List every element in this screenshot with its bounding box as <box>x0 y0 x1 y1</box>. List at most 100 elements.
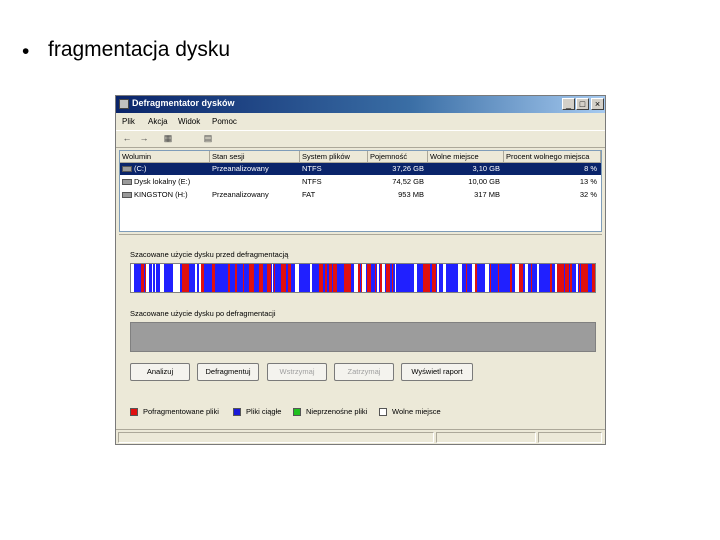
fragment-stripe <box>490 264 491 292</box>
column-header-free[interactable]: Wolne miejsce <box>428 151 504 163</box>
fragment-stripe <box>367 264 371 292</box>
legend-fragmented-swatch <box>130 408 138 416</box>
window-title: Defragmentator dysków <box>132 98 235 108</box>
fragment-stripe <box>329 264 332 292</box>
fragment-stripe <box>261 264 263 292</box>
volume-percent-free: 32 % <box>579 190 597 199</box>
pause-button[interactable]: Wstrzymaj <box>267 363 327 381</box>
defragmenter-window: Defragmentator dysków _ □ × Plik Akcja W… <box>115 95 606 445</box>
menu-view[interactable]: Widok <box>178 117 200 126</box>
title-bar[interactable]: Defragmentator dysków _ □ × <box>116 96 605 113</box>
fragment-stripe <box>228 264 230 292</box>
view-report-button[interactable]: Wyświetl raport <box>401 363 473 381</box>
volume-name: Dysk lokalny (E:) <box>134 177 191 186</box>
fragment-stripe <box>576 264 578 292</box>
fragment-stripe <box>592 264 595 292</box>
slide-bullet: • <box>22 40 30 63</box>
fragment-stripe <box>386 264 390 292</box>
volume-status: Przeanalizowany <box>212 190 269 199</box>
fragment-stripe <box>155 264 156 292</box>
menu-bar: Plik Akcja Widok Pomoc <box>116 115 605 129</box>
volume-list[interactable]: Wolumin Stan sesji System plików Pojemno… <box>119 150 602 232</box>
fragment-stripe <box>253 264 254 292</box>
volume-row[interactable]: (C:) Przeanalizowany NTFS 37,26 GB 3,10 … <box>120 163 601 175</box>
fragment-stripe <box>427 264 430 292</box>
fragment-stripe <box>284 264 286 292</box>
forward-arrow-icon[interactable]: → <box>138 133 150 144</box>
analyze-button[interactable]: Analizuj <box>130 363 190 381</box>
legend-unmovable-label: Nieprzenośne pliki <box>306 407 368 416</box>
fragment-stripe <box>377 264 379 292</box>
volume-filesystem: FAT <box>302 190 316 199</box>
legend-free-space-label: Wolne miejsce <box>392 407 441 416</box>
volume-percent-free: 8 % <box>584 164 597 173</box>
before-defrag-label: Szacowane użycie dysku przed defragmenta… <box>130 250 289 259</box>
fragment-stripe <box>525 264 528 292</box>
volume-row[interactable]: KINGSTON (H:) Przeanalizowany FAT 953 MB… <box>120 189 601 201</box>
properties-icon[interactable]: ▦ <box>162 133 174 144</box>
fragment-stripe <box>319 264 323 292</box>
volume-capacity: 37,26 GB <box>392 164 424 173</box>
volume-filesystem: NTFS <box>302 177 322 186</box>
usb-drive-icon <box>122 192 132 198</box>
after-defrag-map <box>130 322 596 352</box>
fragment-stripe <box>187 264 189 292</box>
minimize-button[interactable]: _ <box>562 98 575 110</box>
fragment-stripe <box>537 264 539 292</box>
analysis-pane: Szacowane użycie dysku przed defragmenta… <box>119 234 602 426</box>
fragment-stripe <box>152 264 153 292</box>
menu-file[interactable]: Plik <box>122 117 135 126</box>
fragment-stripe <box>272 264 273 292</box>
app-icon <box>119 99 129 109</box>
menu-action[interactable]: Akcja <box>148 117 168 126</box>
after-defrag-label: Szacowane użycie dysku po defragmentacji <box>130 309 276 318</box>
fragment-stripe <box>362 264 366 292</box>
column-header-capacity[interactable]: Pojemność <box>368 151 428 163</box>
fragment-stripe <box>358 264 360 292</box>
legend-unmovable-swatch <box>293 408 301 416</box>
menu-help[interactable]: Pomoc <box>212 117 237 126</box>
fragment-stripe <box>498 264 499 292</box>
fragment-stripe <box>333 264 337 292</box>
fragment-stripe <box>414 264 417 292</box>
fragment-stripe <box>579 264 580 292</box>
legend-contiguous-swatch <box>233 408 241 416</box>
column-header-percent-free[interactable]: Procent wolnego miejsca <box>504 151 601 163</box>
back-arrow-icon[interactable]: ← <box>121 133 133 144</box>
toolbar: ← → ▦ ▤ <box>116 130 605 148</box>
column-header-filesystem[interactable]: System plików <box>300 151 368 163</box>
help-icon[interactable]: ▤ <box>202 133 214 144</box>
volume-percent-free: 13 % <box>579 177 597 186</box>
fragment-stripe <box>570 264 572 292</box>
defragment-button[interactable]: Defragmentuj <box>197 363 259 381</box>
fragment-stripe <box>443 264 446 292</box>
fragment-stripe <box>195 264 197 292</box>
fragment-stripe <box>202 264 204 292</box>
fragment-stripe <box>475 264 477 292</box>
fragment-stripe <box>510 264 512 292</box>
status-segment <box>436 432 536 443</box>
fragment-stripe <box>235 264 237 292</box>
fragment-stripe <box>432 264 436 292</box>
fragment-stripe <box>295 264 299 292</box>
fragment-stripe <box>488 264 489 292</box>
volume-free: 3,10 GB <box>472 164 500 173</box>
maximize-button[interactable]: □ <box>576 98 589 110</box>
fragment-stripe <box>375 264 376 292</box>
fragment-stripe <box>268 264 271 292</box>
volume-capacity: 953 MB <box>398 190 424 199</box>
volume-free: 317 MB <box>474 190 500 199</box>
close-button[interactable]: × <box>591 98 604 110</box>
fragment-stripe <box>392 264 393 292</box>
column-header-status[interactable]: Stan sesji <box>210 151 300 163</box>
column-header-volume[interactable]: Wolumin <box>120 151 210 163</box>
fragment-stripe <box>437 264 439 292</box>
legend-free-space-swatch <box>379 408 387 416</box>
stop-button[interactable]: Zatrzymaj <box>334 363 394 381</box>
fragment-stripe <box>212 264 215 292</box>
status-bar <box>116 429 605 445</box>
volume-status: Przeanalizowany <box>212 164 269 173</box>
volume-row[interactable]: Dysk lokalny (E:) NTFS 74,52 GB 10,00 GB… <box>120 176 601 188</box>
volume-filesystem: NTFS <box>302 164 322 173</box>
fragment-stripe <box>395 264 396 292</box>
